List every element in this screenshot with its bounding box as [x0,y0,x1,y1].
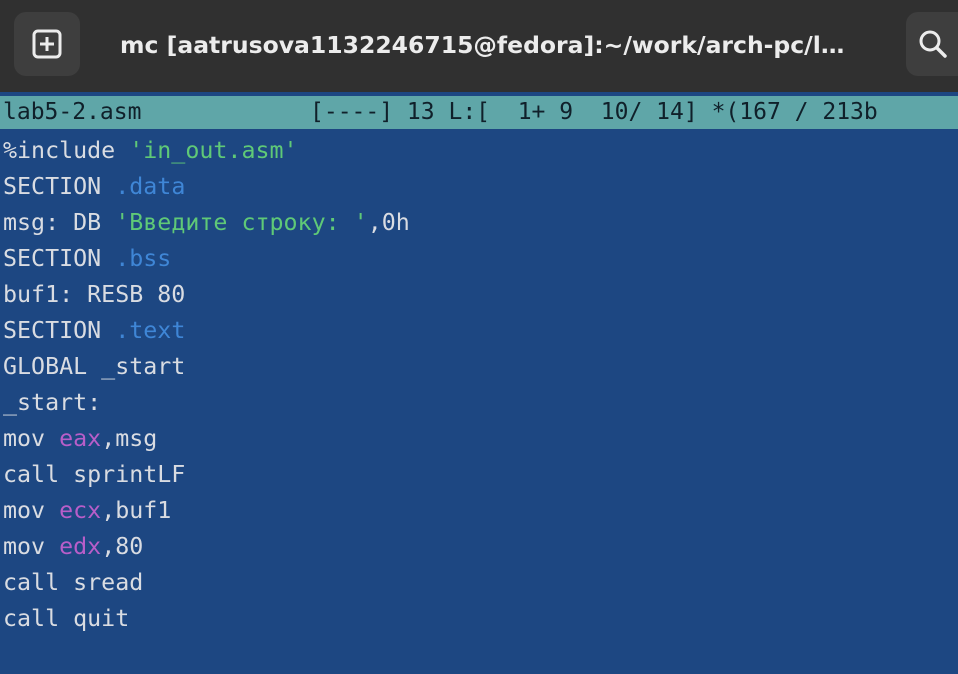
code-line[interactable]: call sprintLF [3,457,958,493]
string-literal: 'Введите строку: ' [115,209,368,236]
instruction: mov [3,497,60,524]
statement: call sread [3,569,144,596]
mc-editor[interactable]: lab5-2.asm [----] 13 L:[ 1+ 9 10/ 14] *(… [0,92,958,674]
status-info: [----] 13 L:[ 1+ 9 10/ 14] *(167 / 213b [310,99,878,125]
code-line[interactable]: SECTION .bss [3,241,958,277]
search-icon [919,30,947,58]
code-line[interactable]: mov edx,80 [3,529,958,565]
code-line[interactable]: mov eax,msg [3,421,958,457]
directive: %include [3,137,130,164]
code-line[interactable]: msg: DB 'Введите строку: ',0h [3,205,958,241]
label: msg: DB [3,209,116,236]
instruction: mov [3,533,60,560]
code-line[interactable]: buf1: RESB 80 [3,277,958,313]
code-line[interactable]: _start: [3,385,958,421]
section-name: .bss [115,245,172,272]
status-filename: lab5-2.asm [3,99,142,125]
search-button[interactable] [906,12,958,76]
code-line[interactable]: %include 'in_out.asm' [3,133,958,169]
instruction: mov [3,425,60,452]
operand: ,0h [367,209,410,236]
keyword: SECTION [3,317,116,344]
section-name: .data [115,173,186,200]
statement: GLOBAL _start [3,353,186,380]
new-tab-button[interactable] [14,12,80,76]
code-area[interactable]: %include 'in_out.asm' SECTION .data msg:… [3,133,958,637]
code-line[interactable]: GLOBAL _start [3,349,958,385]
operand: ,80 [101,533,144,560]
register: ecx [59,497,102,524]
code-line[interactable]: call sread [3,565,958,601]
register: edx [59,533,102,560]
register: eax [59,425,102,452]
terminal-titlebar: mc [aatrusova1132246715@fedora]:~/work/a… [0,0,958,92]
code-line[interactable]: SECTION .text [3,313,958,349]
keyword: SECTION [3,173,116,200]
section-name: .text [115,317,186,344]
window-title: mc [aatrusova1132246715@fedora]:~/work/a… [120,31,845,59]
code-line[interactable]: call quit [3,601,958,637]
string-literal: 'in_out.asm' [129,137,298,164]
statement: call quit [3,605,130,632]
operand: ,msg [101,425,158,452]
plus-square-icon [32,29,62,59]
editor-status-bar: lab5-2.asm [----] 13 L:[ 1+ 9 10/ 14] *(… [0,96,958,129]
statement: call sprintLF [3,461,186,488]
code-line[interactable]: SECTION .data [3,169,958,205]
operand: ,buf1 [101,497,172,524]
label: _start: [3,389,102,416]
code-line[interactable]: mov ecx,buf1 [3,493,958,529]
keyword: SECTION [3,245,116,272]
statement: buf1: RESB 80 [3,281,186,308]
